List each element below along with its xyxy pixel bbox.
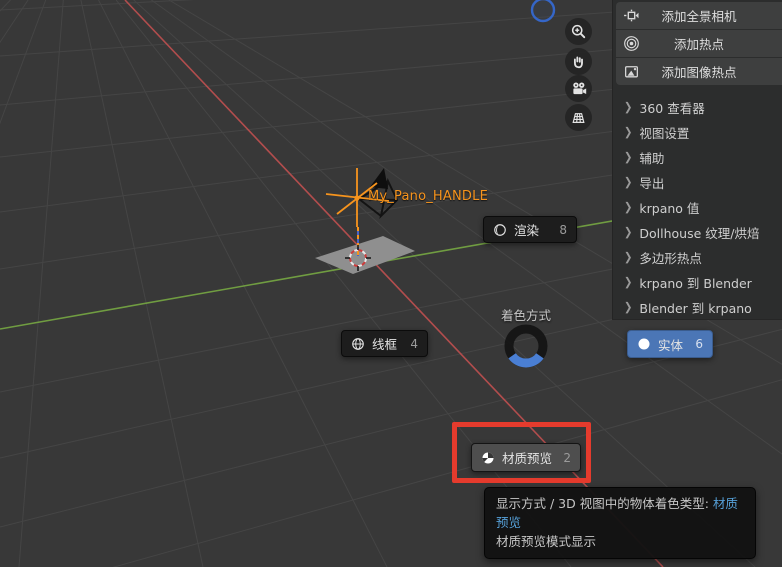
panel-dollhouse-bake[interactable]: ❯ Dollhouse 纹理/烘焙 xyxy=(613,220,782,245)
pie-item-hotkey: 2 xyxy=(563,450,571,465)
panel-360-viewer[interactable]: ❯ 360 查看器 xyxy=(613,95,782,120)
object-name-label: My_Pano_HANDLE xyxy=(368,189,488,204)
tooltip-line2: 材质预览模式显示 xyxy=(496,534,597,549)
pie-item-label: 线框 xyxy=(372,337,398,352)
pie-item-label: 实体 xyxy=(658,337,684,353)
panel-krpano-to-blender[interactable]: ❯ krpano 到 Blender xyxy=(613,270,782,295)
panel-krpano-values[interactable]: ❯ krpano 值 xyxy=(613,195,782,220)
panel-label: 辅助 xyxy=(639,151,665,166)
perspective-grid-button[interactable] xyxy=(565,104,592,131)
add-hotspot-button[interactable]: 添加热点 xyxy=(616,30,782,57)
add-pano-camera-button[interactable]: 添加全景相机 xyxy=(616,2,782,29)
panel-helpers[interactable]: ❯ 辅助 xyxy=(613,145,782,170)
pan-hand-button[interactable] xyxy=(565,48,592,75)
camera-view-button[interactable] xyxy=(565,75,592,102)
perspective-grid-icon xyxy=(572,113,585,123)
chevron-right-icon: ❯ xyxy=(624,226,633,239)
pano-camera-icon xyxy=(624,9,639,22)
panel-label: krpano 到 Blender xyxy=(639,276,752,291)
tooltip-line1: 显示方式 / 3D 视图中的物体着色类型: xyxy=(496,496,713,511)
pie-item-hotkey: 4 xyxy=(410,336,418,351)
pie-item-rendered[interactable]: 渲染 8 xyxy=(483,216,577,243)
chevron-right-icon: ❯ xyxy=(624,276,633,289)
pan-hand-icon xyxy=(573,56,583,69)
pie-menu-title: 着色方式 xyxy=(500,308,551,323)
chevron-right-icon: ❯ xyxy=(624,151,633,164)
pie-item-label: 渲染 xyxy=(514,223,540,238)
hotspot-rings-icon xyxy=(624,36,639,51)
panel-blender-to-krpano[interactable]: ❯ Blender 到 krpano xyxy=(613,295,782,320)
pie-item-material-preview[interactable]: 材质预览 2 xyxy=(471,443,581,472)
pie-item-wireframe[interactable]: 线框 4 xyxy=(341,330,428,357)
chevron-right-icon: ❯ xyxy=(624,126,633,139)
add-hotspot-label: 添加热点 xyxy=(673,37,724,52)
image-hotspot-icon xyxy=(625,66,638,78)
panel-label: Blender 到 krpano xyxy=(639,301,752,316)
panel-label: 360 查看器 xyxy=(639,101,705,116)
blender-3d-viewport[interactable]: My_Pano_HANDLE 添加全景相机 添加热点 添加图像热点 ❯ 360 … xyxy=(0,0,782,567)
pie-item-hotkey: 8 xyxy=(559,222,567,237)
zoom-in-icon xyxy=(571,24,586,39)
pie-item-hotkey: 6 xyxy=(695,337,703,351)
panel-label: 视图设置 xyxy=(639,126,690,141)
add-pano-camera-label: 添加全景相机 xyxy=(661,9,737,24)
panel-view-settings[interactable]: ❯ 视图设置 xyxy=(613,120,782,145)
pie-item-label: 材质预览 xyxy=(502,451,553,466)
camera-view-icon xyxy=(572,81,586,94)
material-sphere-icon xyxy=(482,451,494,464)
add-image-hotspot-label: 添加图像热点 xyxy=(661,65,737,80)
chevron-right-icon: ❯ xyxy=(624,176,633,189)
zoom-in-button[interactable] xyxy=(565,18,592,45)
wireframe-sphere-icon xyxy=(352,337,364,350)
panel-label: 多边形热点 xyxy=(639,251,702,266)
tooltip: 显示方式 / 3D 视图中的物体着色类型: 材质预览 材质预览模式显示 xyxy=(484,487,756,559)
solid-sphere-icon xyxy=(638,338,650,350)
rendered-sphere-icon xyxy=(494,223,506,236)
sidebar-panel: 添加全景相机 添加热点 添加图像热点 ❯ 360 查看器 ❯ 视图设置 ❯ 辅助… xyxy=(612,0,782,319)
panel-export[interactable]: ❯ 导出 xyxy=(613,170,782,195)
panel-label: Dollhouse 纹理/烘焙 xyxy=(639,226,760,241)
panel-polygon-hotspot[interactable]: ❯ 多边形热点 xyxy=(613,245,782,270)
chevron-right-icon: ❯ xyxy=(624,251,633,264)
chevron-right-icon: ❯ xyxy=(624,201,633,214)
add-image-hotspot-button[interactable]: 添加图像热点 xyxy=(616,58,782,85)
panel-label: krpano 值 xyxy=(639,201,700,216)
pie-item-solid[interactable]: 实体 6 xyxy=(627,330,713,358)
chevron-right-icon: ❯ xyxy=(624,101,633,114)
orbit-gizmo-circle[interactable] xyxy=(530,0,556,23)
chevron-right-icon: ❯ xyxy=(624,301,633,314)
panel-label: 导出 xyxy=(639,176,665,191)
